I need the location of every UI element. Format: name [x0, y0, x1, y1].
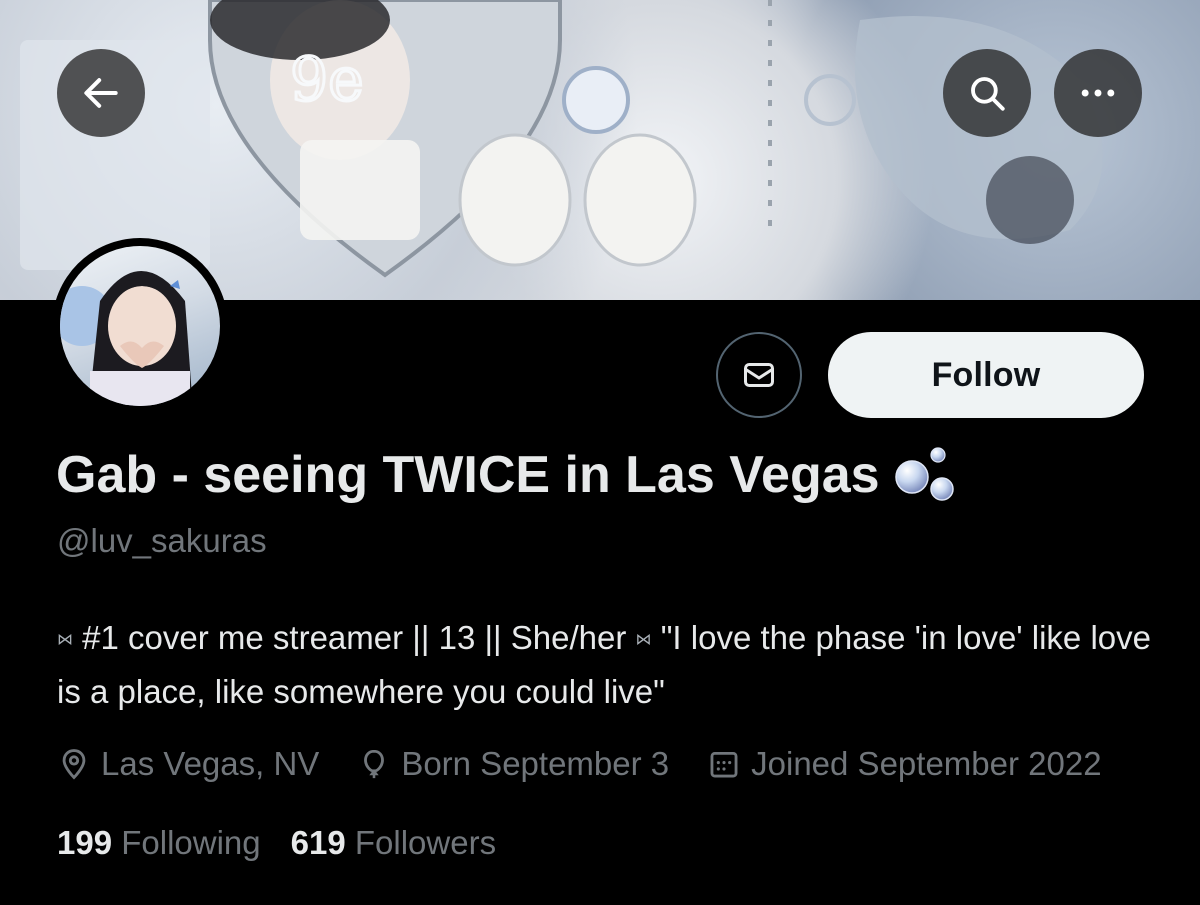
avatar-image — [60, 246, 220, 406]
location-item: Las Vegas, NV — [57, 745, 319, 783]
following-link[interactable]: 199 Following — [57, 824, 261, 862]
search-icon — [971, 77, 1005, 111]
bio-bowtie-glyph: ⋈ — [57, 631, 73, 649]
display-name: Gab - seeing TWICE in Las Vegas — [56, 445, 960, 505]
profile-handle: @luv_sakuras — [57, 522, 267, 559]
following-count: 199 — [57, 824, 113, 861]
display-name-text: Gab - seeing TWICE in Las Vegas — [56, 446, 880, 504]
search-button[interactable] — [943, 49, 1031, 137]
profile-stats: 199 Following 619 Followers — [57, 824, 526, 862]
followers-label: Followers — [354, 824, 497, 861]
location-text: Las Vegas, NV — [101, 745, 320, 782]
profile-avatar[interactable] — [52, 238, 228, 414]
more-horizontal-icon — [1081, 89, 1115, 97]
more-options-button[interactable] — [1054, 49, 1142, 137]
profile-meta-row: Las Vegas, NV Born September 3 Joined Se… — [57, 740, 1102, 788]
profile-bio: ⋈ #1 cover me streamer || 13 || She/her … — [57, 612, 1157, 718]
arrow-left-icon — [84, 78, 118, 108]
birthday-item: Born September 3 — [357, 745, 669, 783]
joined-text: Joined September 2022 — [751, 745, 1102, 782]
birthday-text: Born September 3 — [401, 745, 670, 782]
svg-text:9e: 9e — [290, 45, 364, 115]
back-button[interactable] — [57, 49, 145, 137]
location-pin-icon — [62, 749, 86, 780]
calendar-icon — [710, 751, 738, 778]
joined-item: Joined September 2022 — [707, 745, 1102, 783]
following-label: Following — [121, 824, 261, 861]
followers-count: 619 — [290, 824, 346, 861]
followers-link[interactable]: 619 Followers — [291, 824, 496, 862]
message-button[interactable] — [716, 332, 802, 418]
envelope-icon — [744, 363, 774, 387]
balloon-icon — [364, 749, 385, 779]
bubbles-icon — [894, 447, 954, 501]
bio-text-part1: #1 cover me streamer || 13 || She/her — [82, 619, 627, 656]
follow-button[interactable]: Follow — [828, 332, 1144, 418]
bio-bowtie-glyph: ⋈ — [635, 631, 652, 649]
